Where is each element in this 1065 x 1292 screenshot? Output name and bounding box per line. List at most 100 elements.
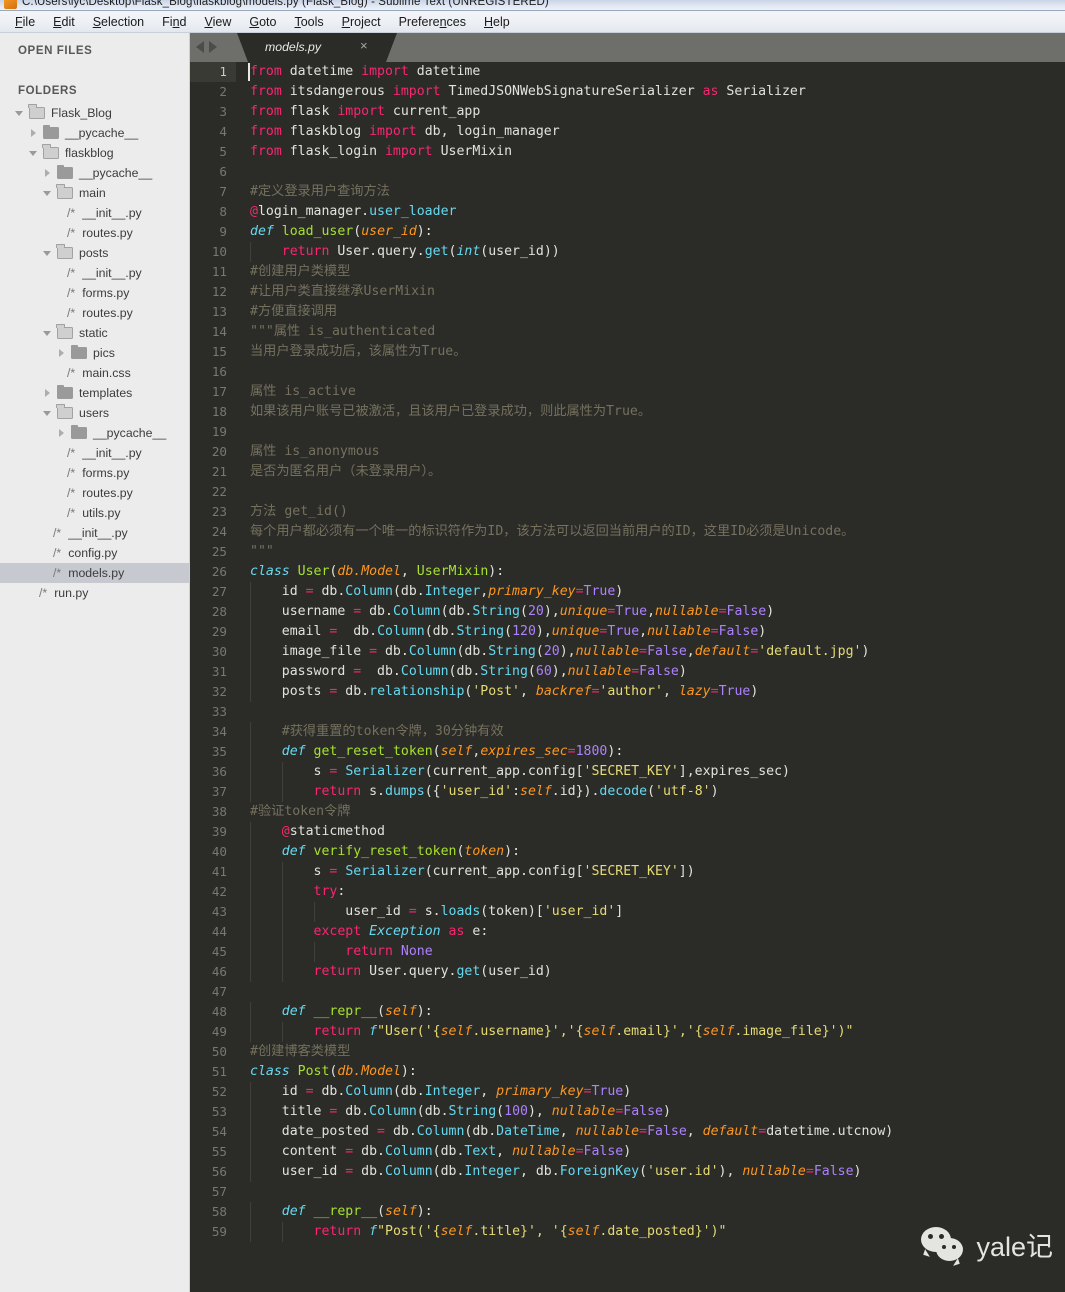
code-line[interactable]: 46 return User.query.get(user_id) [190, 962, 1065, 982]
tree-file-routes.py[interactable]: /* routes.py [0, 223, 189, 243]
code-line[interactable]: 43 user_id = s.loads(token)['user_id'] [190, 902, 1065, 922]
code-line[interactable]: 49 return f"User('{self.username}','{sel… [190, 1022, 1065, 1042]
tree-folder-main[interactable]: main [0, 183, 189, 203]
tree-file-__init__.py[interactable]: /* __init__.py [0, 443, 189, 463]
tree-file-forms.py[interactable]: /* forms.py [0, 283, 189, 303]
menu-preferences-button[interactable]: Preferences [390, 13, 475, 31]
tree-file-routes.py[interactable]: /* routes.py [0, 303, 189, 323]
menu-file-button[interactable]: File [6, 13, 44, 31]
menu-edit-button[interactable]: Edit [44, 13, 84, 31]
tree-file-__init__.py[interactable]: /* __init__.py [0, 203, 189, 223]
code-line[interactable]: 5 from flask_login import UserMixin [190, 142, 1065, 162]
code-line[interactable]: 58 def __repr__(self): [190, 1202, 1065, 1222]
tree-file-forms.py[interactable]: /* forms.py [0, 463, 189, 483]
code-line[interactable]: 6 [190, 162, 1065, 182]
code-line[interactable]: 13 #方便直接调用 [190, 302, 1065, 322]
chevron-down-icon[interactable] [42, 328, 53, 339]
code-line[interactable]: 14 """属性 is_authenticated [190, 322, 1065, 342]
code-line[interactable]: 51 class Post(db.Model): [190, 1062, 1065, 1082]
menu-help-button[interactable]: Help [475, 13, 519, 31]
code-line[interactable]: 3 from flask import current_app [190, 102, 1065, 122]
code-line[interactable]: 27 id = db.Column(db.Integer,primary_key… [190, 582, 1065, 602]
code-line[interactable]: 1 from datetime import datetime [190, 62, 1065, 82]
code-line[interactable]: 55 content = db.Column(db.Text, nullable… [190, 1142, 1065, 1162]
code-line[interactable]: 42 try: [190, 882, 1065, 902]
code-line[interactable]: 30 image_file = db.Column(db.String(20),… [190, 642, 1065, 662]
code-line[interactable]: 54 date_posted = db.Column(db.DateTime, … [190, 1122, 1065, 1142]
chevron-down-icon[interactable] [14, 108, 25, 119]
code-line[interactable]: 47 [190, 982, 1065, 1002]
tree-file-config.py[interactable]: /* config.py [0, 543, 189, 563]
tree-folder-posts[interactable]: posts [0, 243, 189, 263]
menu-project-button[interactable]: Project [333, 13, 390, 31]
tree-file-models.py[interactable]: /* models.py [0, 563, 189, 583]
tab-prev-arrow-icon[interactable] [196, 41, 204, 53]
code-line[interactable]: 39 @staticmethod [190, 822, 1065, 842]
code-line[interactable]: 28 username = db.Column(db.String(20),un… [190, 602, 1065, 622]
tree-folder-static[interactable]: static [0, 323, 189, 343]
tab-nav-arrows[interactable] [196, 41, 217, 53]
tree-file-__init__.py[interactable]: /* __init__.py [0, 523, 189, 543]
tree-folder-templates[interactable]: templates [0, 383, 189, 403]
menu-selection-button[interactable]: Selection [84, 13, 153, 31]
tab-models-py[interactable]: models.py × [237, 33, 397, 62]
chevron-right-icon[interactable] [56, 348, 67, 359]
code-line[interactable]: 16 [190, 362, 1065, 382]
close-icon[interactable]: × [360, 39, 368, 52]
code-line[interactable]: 17 属性 is_active [190, 382, 1065, 402]
code-line[interactable]: 20 属性 is_anonymous [190, 442, 1065, 462]
chevron-right-icon[interactable] [42, 388, 53, 399]
tree-folder-__pycache__[interactable]: __pycache__ [0, 123, 189, 143]
code-line[interactable]: 26 class User(db.Model, UserMixin): [190, 562, 1065, 582]
code-line[interactable]: 41 s = Serializer(current_app.config['SE… [190, 862, 1065, 882]
tree-folder-pics[interactable]: pics [0, 343, 189, 363]
code-line[interactable]: 44 except Exception as e: [190, 922, 1065, 942]
menu-find-button[interactable]: Find [153, 13, 195, 31]
code-line[interactable]: 22 [190, 482, 1065, 502]
menu-goto-button[interactable]: Goto [240, 13, 285, 31]
code-line[interactable]: 34 #获得重置的token令牌，30分钟有效 [190, 722, 1065, 742]
menu-tools-button[interactable]: Tools [285, 13, 332, 31]
tree-folder-__pycache__[interactable]: __pycache__ [0, 423, 189, 443]
code-line[interactable]: 11 #创建用户类模型 [190, 262, 1065, 282]
code-line[interactable]: 18 如果该用户账号已被激活，且该用户已登录成功，则此属性为True。 [190, 402, 1065, 422]
code-line[interactable]: 24 每个用户都必须有一个唯一的标识符作为ID，该方法可以返回当前用户的ID，这里… [190, 522, 1065, 542]
code-line[interactable]: 12 #让用户类直接继承UserMixin [190, 282, 1065, 302]
chevron-right-icon[interactable] [56, 428, 67, 439]
code-line[interactable]: 56 user_id = db.Column(db.Integer, db.Fo… [190, 1162, 1065, 1182]
code-line[interactable]: 8 @login_manager.user_loader [190, 202, 1065, 222]
code-line[interactable]: 53 title = db.Column(db.String(100), nul… [190, 1102, 1065, 1122]
chevron-down-icon[interactable] [28, 148, 39, 159]
code-line[interactable]: 7 #定义登录用户查询方法 [190, 182, 1065, 202]
tree-folder-__pycache__[interactable]: __pycache__ [0, 163, 189, 183]
code-line[interactable]: 19 [190, 422, 1065, 442]
code-line[interactable]: 33 [190, 702, 1065, 722]
code-line[interactable]: 45 return None [190, 942, 1065, 962]
chevron-down-icon[interactable] [42, 188, 53, 199]
code-line[interactable]: 23 方法 get_id() [190, 502, 1065, 522]
code-line[interactable]: 15 当用户登录成功后，该属性为True。 [190, 342, 1065, 362]
chevron-right-icon[interactable] [42, 168, 53, 179]
menu-view-button[interactable]: View [195, 13, 240, 31]
code-line[interactable]: 35 def get_reset_token(self,expires_sec=… [190, 742, 1065, 762]
code-line[interactable]: 38 #验证token令牌 [190, 802, 1065, 822]
tree-folder-flask_blog[interactable]: Flask_Blog [0, 103, 189, 123]
chevron-down-icon[interactable] [42, 408, 53, 419]
code-line[interactable]: 57 [190, 1182, 1065, 1202]
code-line[interactable]: 4 from flaskblog import db, login_manager [190, 122, 1065, 142]
tree-folder-flaskblog[interactable]: flaskblog [0, 143, 189, 163]
code-line[interactable]: 10 return User.query.get(int(user_id)) [190, 242, 1065, 262]
chevron-down-icon[interactable] [42, 248, 53, 259]
code-line[interactable]: 48 def __repr__(self): [190, 1002, 1065, 1022]
tree-file-main.css[interactable]: /* main.css [0, 363, 189, 383]
tree-file-run.py[interactable]: /* run.py [0, 583, 189, 603]
code-line[interactable]: 21 是否为匿名用户（未登录用户）。 [190, 462, 1065, 482]
code-line[interactable]: 50 #创建博客类模型 [190, 1042, 1065, 1062]
code-pane[interactable]: 1 from datetime import datetime 2 from itsd… [190, 62, 1065, 1292]
code-line[interactable]: 29 email = db.Column(db.String(120),uniq… [190, 622, 1065, 642]
tree-file-routes.py[interactable]: /* routes.py [0, 483, 189, 503]
chevron-right-icon[interactable] [28, 128, 39, 139]
code-line[interactable]: 36 s = Serializer(current_app.config['SE… [190, 762, 1065, 782]
tree-file-utils.py[interactable]: /* utils.py [0, 503, 189, 523]
code-line[interactable]: 9 def load_user(user_id): [190, 222, 1065, 242]
